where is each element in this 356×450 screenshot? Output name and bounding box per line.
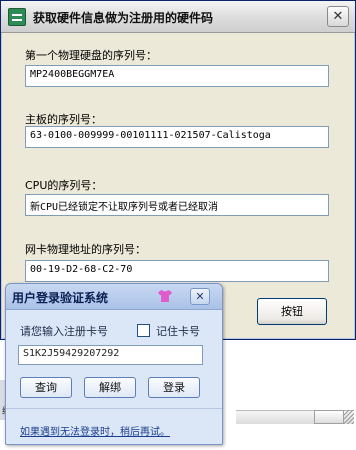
remember-card-label[interactable]: 记住卡号 [156, 323, 200, 339]
help-link[interactable]: 如果遇到无法登录时，稍后再试。 [20, 423, 170, 438]
dialog-close-button[interactable]: ✕ [190, 288, 210, 305]
nic-mac-field[interactable]: 00-19-D2-68-C2-70 [25, 260, 329, 282]
resize-grip[interactable] [344, 410, 354, 424]
window-title: 获取硬件信息做为注册用的硬件码 [33, 11, 214, 25]
motherboard-serial-label: 主板的序列号： [25, 113, 102, 126]
login-button[interactable]: 登录 [148, 377, 200, 398]
login-dialog: 用户登录验证系统 ✕ 请您输入注册卡号 记住卡号 S1K2J5942920729… [5, 283, 223, 445]
shirt-icon[interactable] [158, 290, 172, 302]
nic-mac-label: 网卡物理地址的序列号： [25, 243, 146, 256]
dialog-title: 用户登录验证系统 [12, 291, 109, 305]
action-button[interactable]: 按钮 [257, 298, 327, 325]
cpu-serial-field[interactable]: 新CPU已经锁定不让取序列号或者已经取消 [25, 194, 329, 216]
hard-disk-serial-field[interactable]: MP2400BEGGM7EA [25, 65, 329, 87]
unbind-button[interactable]: 解绑 [84, 377, 136, 398]
window-titlebar[interactable]: 获取硬件信息做为注册用的硬件码 ✕ [1, 1, 355, 33]
dialog-titlebar[interactable]: 用户登录验证系统 ✕ [6, 284, 222, 310]
remember-card-checkbox[interactable] [137, 324, 150, 337]
card-number-input[interactable]: S1K2J59429207292 [18, 345, 203, 365]
query-button[interactable]: 查询 [20, 377, 72, 398]
cpu-serial-label: CPU的序列号： [25, 179, 103, 192]
background-scrollbar[interactable] [314, 410, 344, 424]
close-button[interactable]: ✕ [327, 6, 349, 27]
hard-disk-serial-label: 第一个物理硬盘的序列号： [25, 49, 157, 62]
divider [6, 408, 222, 409]
card-number-prompt: 请您输入注册卡号 [20, 325, 108, 338]
app-icon [8, 8, 26, 26]
motherboard-serial-field[interactable]: 63-0100-009999-00101111-021507-Calistoga [25, 126, 329, 148]
